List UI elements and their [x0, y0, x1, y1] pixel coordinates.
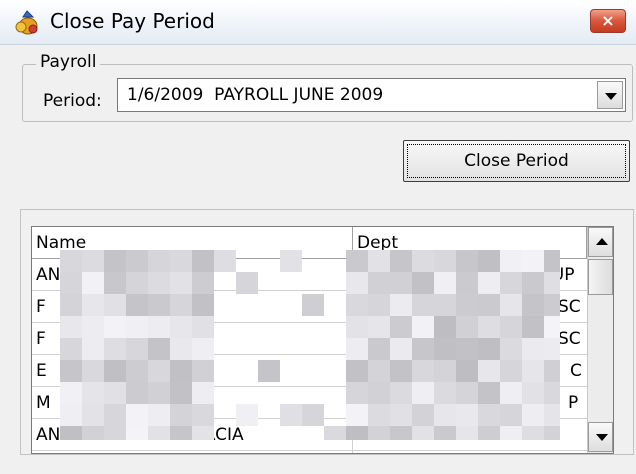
money-bag-icon — [15, 10, 38, 35]
row-name: ANDY SETYAWAN — [36, 265, 181, 285]
scroll-up-button[interactable] — [588, 227, 613, 257]
row-dept: P — [568, 393, 579, 413]
row-dept: SC — [558, 329, 581, 349]
row-dept: INDONESIAN HSC-GROUP — [358, 265, 575, 285]
row-name: ANNE MICHELLE GARCIA — [36, 425, 244, 445]
period-select-value: 1/6/2009 PAYROLL JUNE 2009 — [127, 85, 384, 105]
scroll-down-button[interactable] — [588, 422, 613, 452]
period-dropdown-button[interactable] — [597, 81, 623, 109]
scroll-thumb[interactable] — [588, 259, 613, 295]
column-header-dept[interactable]: Dept — [353, 227, 587, 259]
window-title: Close Pay Period — [50, 9, 215, 33]
table-row[interactable]: M P — [32, 387, 587, 419]
close-period-button[interactable]: Close Period — [403, 140, 630, 182]
close-icon: × — [601, 11, 615, 30]
row-dept: SC — [558, 297, 581, 317]
table-row[interactable]: E C — [32, 355, 587, 387]
row-dept: FILIPINO HSC-GROUP — [358, 425, 538, 445]
table-row[interactable]: F SC — [32, 323, 587, 355]
column-header-name-label: Name — [36, 233, 87, 253]
row-name: E — [36, 361, 47, 381]
close-period-label: Close Period — [464, 151, 569, 171]
arrow-down-icon — [596, 434, 608, 441]
row-name: F — [36, 297, 46, 317]
column-header-dept-label: Dept — [357, 233, 399, 253]
payroll-group-legend: Payroll — [36, 52, 101, 72]
arrow-up-icon — [596, 238, 608, 245]
table-row[interactable]: ANDY SETYAWAN INDONESIAN HSC-GROUP — [32, 259, 587, 291]
window-close-button[interactable]: × — [590, 9, 626, 33]
row-name: M — [36, 393, 51, 413]
title-bar[interactable]: Close Pay Period × — [0, 0, 636, 45]
column-header-name[interactable]: Name — [32, 227, 353, 259]
vertical-scrollbar[interactable] — [587, 227, 613, 453]
employee-list[interactable]: Name Dept ANDY SETYAWAN INDONESIAN HSC-G… — [31, 226, 614, 454]
row-dept: C — [570, 361, 582, 381]
period-label: Period: — [43, 91, 102, 111]
row-name: F — [36, 329, 46, 349]
period-select[interactable]: 1/6/2009 PAYROLL JUNE 2009 — [117, 78, 626, 112]
table-row[interactable]: F SC — [32, 291, 587, 323]
chevron-down-icon — [605, 93, 617, 100]
table-row[interactable]: ANNE MICHELLE GARCIA FILIPINO HSC-GROUP — [32, 419, 587, 451]
column-separator — [352, 259, 353, 453]
